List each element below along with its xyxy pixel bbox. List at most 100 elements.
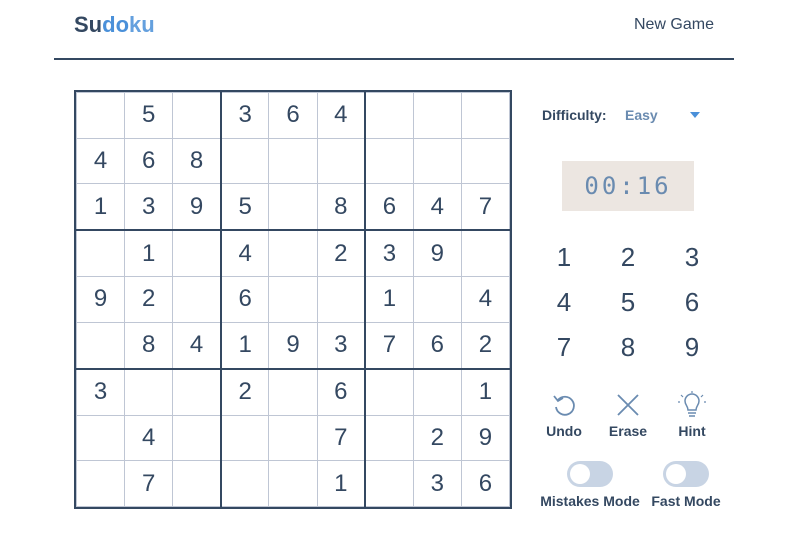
grid-cell[interactable] xyxy=(460,92,511,139)
grid-cell[interactable]: 2 xyxy=(412,414,462,462)
grid-cell[interactable]: 3 xyxy=(124,183,174,231)
grid-cell[interactable] xyxy=(412,92,462,139)
grid-cell[interactable]: 7 xyxy=(316,414,366,462)
grid-cell[interactable]: 4 xyxy=(412,183,462,231)
grid-cell[interactable] xyxy=(172,460,222,507)
grid-cell[interactable] xyxy=(412,367,462,416)
grid-cell[interactable] xyxy=(460,137,511,185)
grid-cell[interactable] xyxy=(172,229,222,278)
grid-cell[interactable] xyxy=(412,137,462,185)
grid-cell[interactable]: 3 xyxy=(316,321,366,370)
grid-cell[interactable] xyxy=(124,367,174,416)
numpad-key-9[interactable]: 9 xyxy=(660,325,724,369)
grid-cell[interactable]: 9 xyxy=(460,414,511,462)
grid-cell[interactable] xyxy=(219,137,270,185)
grid-cell[interactable] xyxy=(268,276,318,323)
grid-cell[interactable] xyxy=(412,276,462,323)
grid-cell[interactable]: 1 xyxy=(316,460,366,507)
grid-cell[interactable]: 9 xyxy=(268,321,318,370)
grid-cell[interactable]: 4 xyxy=(460,276,511,323)
grid-cell[interactable] xyxy=(268,183,318,231)
grid-cell[interactable]: 6 xyxy=(124,137,174,185)
numpad-key-6[interactable]: 6 xyxy=(660,280,724,324)
numpad-key-5[interactable]: 5 xyxy=(596,280,660,324)
grid-cell[interactable]: 4 xyxy=(124,414,174,462)
grid-cell[interactable]: 4 xyxy=(316,92,366,139)
grid-cell[interactable]: 9 xyxy=(75,276,126,323)
grid-cell[interactable]: 1 xyxy=(75,183,126,231)
grid-cell[interactable] xyxy=(219,414,270,462)
grid-cell[interactable] xyxy=(75,321,126,370)
grid-cell[interactable] xyxy=(268,414,318,462)
grid-cell[interactable]: 3 xyxy=(412,460,462,507)
grid-cell[interactable]: 3 xyxy=(364,229,414,278)
grid-cell[interactable]: 1 xyxy=(124,229,174,278)
mistakes-mode-switch[interactable] xyxy=(567,461,613,487)
grid-cell[interactable]: 3 xyxy=(219,92,270,139)
grid-cell[interactable] xyxy=(364,367,414,416)
grid-cell[interactable] xyxy=(75,460,126,507)
grid-cell[interactable]: 6 xyxy=(316,367,366,416)
grid-cell[interactable] xyxy=(364,460,414,507)
grid-cell[interactable]: 1 xyxy=(219,321,270,370)
grid-cell[interactable]: 4 xyxy=(219,229,270,278)
grid-cell[interactable]: 9 xyxy=(412,229,462,278)
grid-cell[interactable] xyxy=(268,137,318,185)
numpad-key-1[interactable]: 1 xyxy=(532,235,596,279)
caret-down-icon[interactable] xyxy=(690,112,700,118)
grid-cell[interactable]: 7 xyxy=(124,460,174,507)
grid-cell[interactable] xyxy=(364,137,414,185)
grid-cell[interactable]: 5 xyxy=(124,92,174,139)
grid-cell[interactable]: 8 xyxy=(316,183,366,231)
grid-cell[interactable]: 1 xyxy=(364,276,414,323)
grid-cell[interactable]: 6 xyxy=(460,460,511,507)
numpad-key-8[interactable]: 8 xyxy=(596,325,660,369)
grid-cell[interactable]: 6 xyxy=(268,92,318,139)
grid-cell[interactable]: 8 xyxy=(124,321,174,370)
fast-mode-toggle[interactable]: Fast Mode xyxy=(650,461,722,509)
grid-cell[interactable] xyxy=(75,414,126,462)
grid-cell[interactable]: 7 xyxy=(460,183,511,231)
grid-cell[interactable]: 2 xyxy=(316,229,366,278)
grid-cell[interactable]: 2 xyxy=(460,321,511,370)
grid-cell[interactable] xyxy=(172,367,222,416)
grid-cell[interactable] xyxy=(316,137,366,185)
grid-cell[interactable]: 5 xyxy=(219,183,270,231)
grid-cell[interactable] xyxy=(75,229,126,278)
grid-cell[interactable] xyxy=(364,414,414,462)
grid-cell[interactable]: 6 xyxy=(412,321,462,370)
grid-cell[interactable]: 8 xyxy=(172,137,222,185)
grid-cell[interactable] xyxy=(219,460,270,507)
numpad-key-3[interactable]: 3 xyxy=(660,235,724,279)
grid-cell[interactable]: 7 xyxy=(364,321,414,370)
grid-cell[interactable]: 6 xyxy=(364,183,414,231)
new-game-button[interactable]: New Game xyxy=(634,16,714,34)
grid-cell[interactable] xyxy=(268,229,318,278)
logo[interactable]: Sudoku xyxy=(74,12,155,38)
grid-cell[interactable]: 2 xyxy=(219,367,270,416)
numpad-key-4[interactable]: 4 xyxy=(532,280,596,324)
grid-cell[interactable]: 4 xyxy=(172,321,222,370)
grid-cell[interactable]: 4 xyxy=(75,137,126,185)
mistakes-mode-toggle[interactable]: Mistakes Mode xyxy=(538,461,642,509)
grid-cell[interactable] xyxy=(172,414,222,462)
grid-cell[interactable] xyxy=(75,92,126,139)
grid-cell[interactable]: 6 xyxy=(219,276,270,323)
grid-cell[interactable] xyxy=(316,276,366,323)
grid-cell[interactable] xyxy=(268,460,318,507)
grid-cell[interactable] xyxy=(172,92,222,139)
grid-cell[interactable]: 9 xyxy=(172,183,222,231)
grid-cell[interactable] xyxy=(364,92,414,139)
grid-cell[interactable] xyxy=(172,276,222,323)
grid-cell[interactable]: 3 xyxy=(75,367,126,416)
numpad-key-2[interactable]: 2 xyxy=(596,235,660,279)
grid-cell[interactable]: 1 xyxy=(460,367,511,416)
numpad-key-7[interactable]: 7 xyxy=(532,325,596,369)
erase-button[interactable]: Erase xyxy=(593,391,663,439)
grid-cell[interactable] xyxy=(268,367,318,416)
grid-cell[interactable] xyxy=(460,229,511,278)
fast-mode-switch[interactable] xyxy=(663,461,709,487)
undo-button[interactable]: Undo xyxy=(529,391,599,439)
hint-button[interactable]: Hint xyxy=(657,391,727,439)
grid-cell[interactable]: 2 xyxy=(124,276,174,323)
